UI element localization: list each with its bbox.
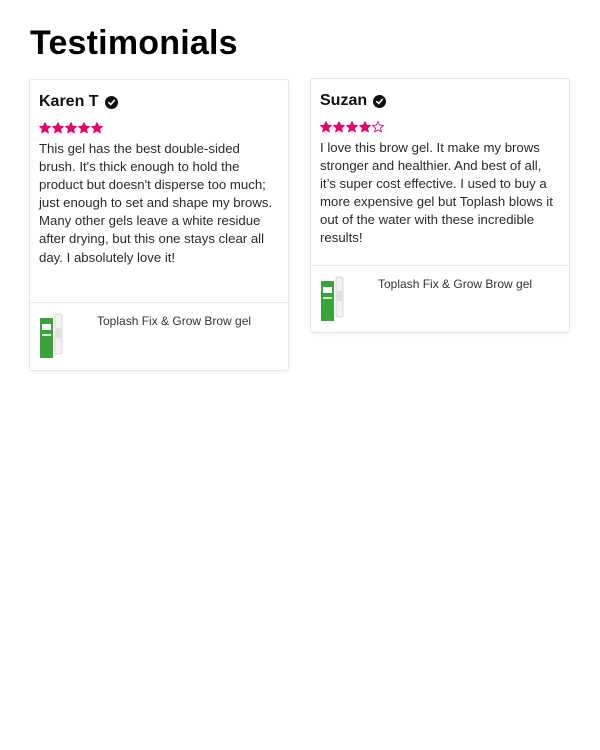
star-empty-icon (372, 121, 384, 133)
star-filled-icon (65, 122, 77, 134)
star-filled-icon (346, 121, 358, 133)
product-image[interactable] (39, 312, 67, 358)
testimonial-card: Karen T This gel has the best double-sid… (29, 79, 289, 371)
star-filled-icon (359, 121, 371, 133)
product-name[interactable]: Toplash Fix & Grow Brow gel (378, 277, 532, 291)
product-image[interactable] (320, 275, 348, 321)
testimonial-header: Karen T (30, 80, 288, 112)
star-filled-icon (39, 122, 51, 134)
page-title: Testimonials (30, 24, 238, 62)
star-filled-icon (91, 122, 103, 134)
card-divider (311, 265, 569, 266)
check-circle-icon (373, 94, 387, 108)
card-divider (30, 302, 288, 303)
star-rating (311, 111, 569, 135)
reviewer-name: Suzan (320, 92, 368, 109)
reviewer-name: Karen T (39, 93, 99, 110)
product-name[interactable]: Toplash Fix & Grow Brow gel (97, 314, 251, 328)
star-filled-icon (78, 122, 90, 134)
testimonial-card: Suzan I love this brow gel. It make my b… (310, 78, 570, 333)
star-filled-icon (320, 121, 332, 133)
review-text: I love this brow gel. It make my brows s… (320, 140, 553, 246)
review-text: This gel has the best double-sided brush… (39, 141, 273, 265)
star-rating (30, 112, 288, 136)
check-circle-icon (104, 95, 118, 109)
star-filled-icon (333, 121, 345, 133)
star-filled-icon (52, 122, 64, 134)
testimonial-header: Suzan (311, 79, 569, 111)
